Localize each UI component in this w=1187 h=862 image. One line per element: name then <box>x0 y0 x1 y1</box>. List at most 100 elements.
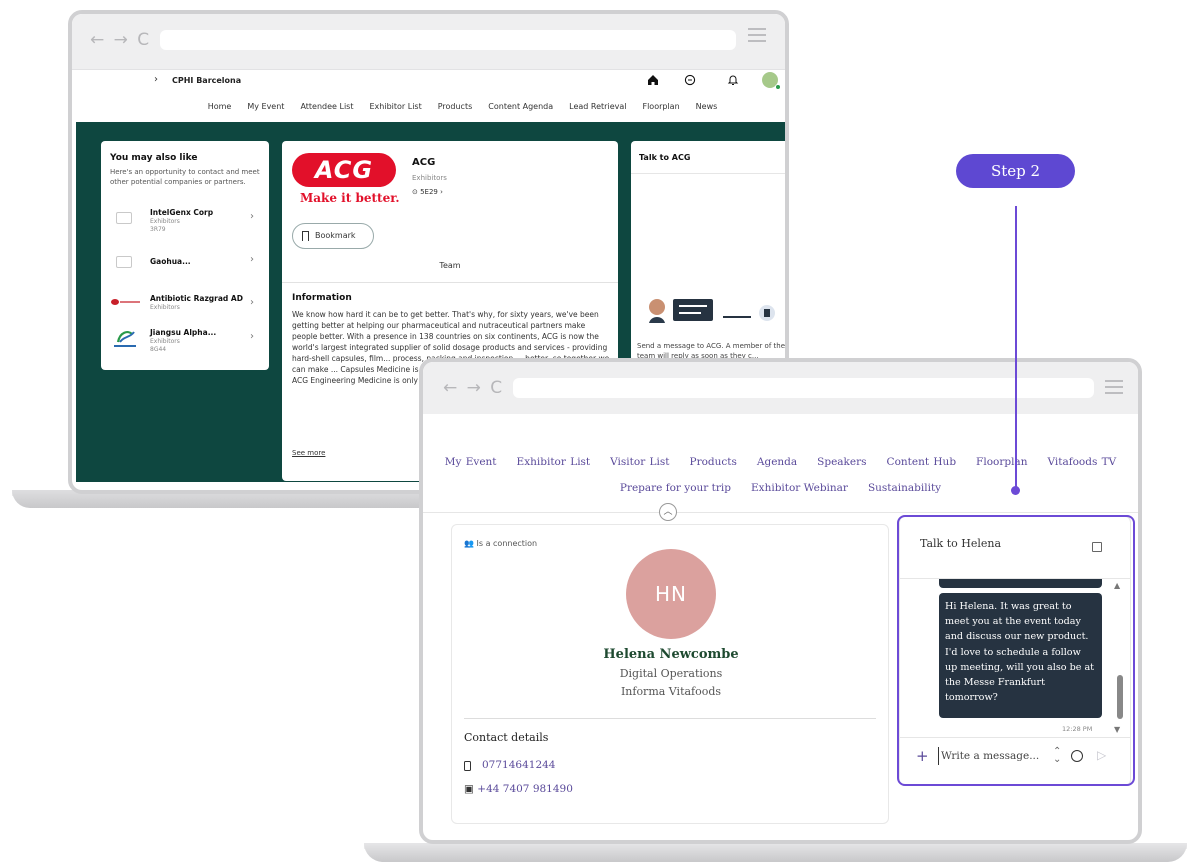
booth-label: 5E29 <box>420 188 438 196</box>
list-item[interactable]: Jiangsu Alpha... Exhibitors 8G44 › <box>110 328 260 358</box>
talk-title: Talk to ACG <box>639 153 691 162</box>
chat-highlight-outline <box>897 515 1135 786</box>
nav-floorplan[interactable]: Floorplan <box>976 456 1027 468</box>
address-bar[interactable] <box>513 378 1094 398</box>
breadcrumb[interactable]: CPHI Barcelona <box>172 76 241 85</box>
browser-menu-icon[interactable] <box>1105 380 1123 394</box>
phone-row-2[interactable]: ▣ +44 7407 981490 <box>464 783 573 795</box>
image-placeholder-icon <box>116 256 132 268</box>
laptop-2-base <box>364 843 1187 862</box>
nav-exhibitor-list[interactable]: Exhibitor List <box>369 102 421 111</box>
nav-floorplan[interactable]: Floorplan <box>642 102 679 111</box>
phone-icon-2: ▣ <box>464 783 478 795</box>
list-item-type: Exhibitors <box>150 218 180 225</box>
divider <box>282 282 618 283</box>
divider <box>423 512 1138 513</box>
bell-icon[interactable] <box>727 74 739 86</box>
browser-chrome: ← → C <box>423 362 1138 414</box>
divider <box>631 173 785 174</box>
nav-products[interactable]: Products <box>438 102 473 111</box>
nav-vitafoods-tv[interactable]: Vitafoods TV <box>1047 456 1116 468</box>
nav-content-agenda[interactable]: Content Agenda <box>488 102 553 111</box>
nav-exhibitor-webinar[interactable]: Exhibitor Webinar <box>751 482 848 494</box>
address-bar[interactable] <box>160 30 736 50</box>
secondary-nav: Prepare for your trip Exhibitor Webinar Su… <box>423 482 1138 494</box>
list-item-code: 3R79 <box>150 226 166 233</box>
nav-attendee-list[interactable]: Attendee List <box>300 102 353 111</box>
nav-prepare-trip[interactable]: Prepare for your trip <box>620 482 731 494</box>
location-pin-icon: ⊙ <box>412 188 421 196</box>
bookmark-button[interactable]: Bookmark <box>292 223 374 249</box>
company-type: Exhibitors <box>412 174 447 182</box>
connection-icon: 👥 <box>464 539 477 548</box>
browser-chrome: ← → C <box>72 14 785 70</box>
connection-status: 👥 Is a connection <box>464 539 537 548</box>
see-more-link[interactable]: See more <box>292 449 325 457</box>
callout-line <box>1015 206 1017 488</box>
profile-organization: Informa Vitafoods <box>620 685 722 698</box>
list-item[interactable]: Antibiotic Razgrad AD Exhibitors › <box>110 294 260 324</box>
list-item-type: Exhibitors <box>150 338 180 345</box>
chat-icon[interactable] <box>684 74 696 86</box>
tab-team[interactable]: Team <box>282 261 618 270</box>
nav-my-event[interactable]: My Event <box>247 102 284 111</box>
chevron-up-icon[interactable]: ︿ <box>659 503 677 521</box>
list-item-name: Gaohua... <box>150 257 191 266</box>
phone-icon <box>464 761 471 771</box>
browser-nav-icons[interactable]: ← → C <box>90 30 151 50</box>
browser-menu-icon[interactable] <box>748 28 766 42</box>
company-tagline: Make it better. <box>300 191 400 205</box>
profile-role: Digital Operations <box>619 667 723 680</box>
chevron-right-icon: › <box>250 297 254 308</box>
online-status-dot <box>775 84 781 90</box>
list-item-type: Exhibitors <box>150 304 180 311</box>
may-also-like-title: You may also like <box>110 153 198 163</box>
nav-home[interactable]: Home <box>208 102 232 111</box>
may-also-like-subtitle: Here's an opportunity to contact and mee… <box>110 168 260 186</box>
nav-my-event[interactable]: My Event <box>445 456 497 468</box>
image-placeholder-icon <box>116 212 132 224</box>
nav-lead-retrieval[interactable]: Lead Retrieval <box>569 102 626 111</box>
contact-details-title: Contact details <box>464 731 549 744</box>
nav-agenda[interactable]: Agenda <box>757 456 797 468</box>
nav-visitor-list[interactable]: Visitor List <box>610 456 669 468</box>
may-also-like-card: You may also like Here's an opportunity … <box>101 141 269 370</box>
divider <box>464 718 876 719</box>
step-badge: Step 2 <box>956 154 1075 188</box>
main-nav: My Event Exhibitor List Visitor List Produc… <box>423 456 1138 468</box>
chevron-right-icon: › <box>250 254 254 265</box>
profile-card: 👥 Is a connection HN Helena Newcombe Dig… <box>451 524 889 824</box>
chevron-right-icon: › <box>154 74 158 85</box>
avatar: HN <box>626 549 716 639</box>
home-icon[interactable] <box>647 74 659 86</box>
nav-speakers[interactable]: Speakers <box>817 456 866 468</box>
list-item-name: IntelGenx Corp <box>150 208 214 217</box>
nav-news[interactable]: News <box>696 102 718 111</box>
phone-row[interactable]: 07714641244 <box>464 759 556 771</box>
bookmark-icon <box>302 231 309 241</box>
phone-number: 07714641244 <box>482 759 556 771</box>
nav-content-hub[interactable]: Content Hub <box>887 456 957 468</box>
list-item[interactable]: Gaohua... › <box>110 254 260 284</box>
information-title: Information <box>292 293 352 303</box>
company-booth[interactable]: ⊙ 5E29 › <box>412 188 443 196</box>
list-item-name: Antibiotic Razgrad AD <box>150 294 243 303</box>
antibiotic-logo-icon <box>111 299 140 305</box>
nav-products[interactable]: Products <box>690 456 737 468</box>
chevron-right-icon: › <box>250 331 254 342</box>
chevron-right-icon: › <box>250 211 254 222</box>
company-logo: ACG <box>292 153 396 187</box>
nav-sustainability[interactable]: Sustainability <box>868 482 941 494</box>
callout-dot <box>1011 486 1020 495</box>
jiangsu-logo-icon <box>114 331 136 347</box>
nav-exhibitor-list[interactable]: Exhibitor List <box>517 456 591 468</box>
company-name: ACG <box>412 157 436 168</box>
chevron-right-icon: › <box>437 188 443 196</box>
phone-number-2: +44 7407 981490 <box>477 783 573 795</box>
connection-label: Is a connection <box>476 539 538 548</box>
profile-name: Helena Newcombe <box>603 647 739 662</box>
list-item-name: Jiangsu Alpha... <box>150 328 217 337</box>
list-item[interactable]: IntelGenx Corp Exhibitors 3R79 › <box>110 208 260 238</box>
browser-nav-icons[interactable]: ← → C <box>443 378 504 398</box>
chat-illustration-icon <box>649 299 775 323</box>
